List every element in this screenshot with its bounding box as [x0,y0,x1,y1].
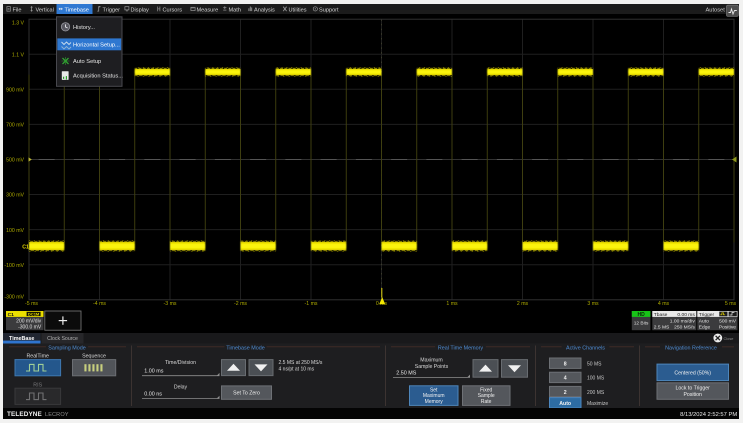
svg-text:700 mV: 700 mV [6,123,24,129]
svg-text:Centered (50%): Centered (50%) [674,370,711,376]
svg-text:Trigger: Trigger [103,7,121,13]
svg-text:DC1M: DC1M [28,312,40,317]
svg-text:TELEDYNE: TELEDYNE [7,411,43,418]
svg-text:Auto: Auto [559,401,571,407]
svg-text:200 MS: 200 MS [587,390,605,396]
svg-text:1.1 V: 1.1 V [12,53,25,59]
svg-text:Measure: Measure [197,7,219,13]
svg-text:4 ms: 4 ms [658,301,670,307]
svg-text:12 Bits: 12 Bits [634,321,649,327]
svg-text:Real Time Memory: Real Time Memory [438,345,484,351]
svg-text:1.00 ms: 1.00 ms [144,369,163,375]
svg-text:1.3 V: 1.3 V [12,21,25,27]
svg-text:Analysis: Analysis [254,7,275,13]
svg-text:Maximize: Maximize [587,401,608,407]
svg-text:4 ns/pt at 10 ms: 4 ns/pt at 10 ms [279,366,315,372]
svg-text:History...: History... [73,25,95,31]
svg-text:RealTime: RealTime [26,354,49,360]
svg-text:Position: Position [683,392,702,398]
svg-text:3 ms: 3 ms [587,301,599,307]
svg-text:File: File [13,7,22,13]
svg-text:0.00 ns: 0.00 ns [144,391,162,397]
svg-text:Display: Display [131,7,150,13]
svg-text:Maximum: Maximum [420,358,442,364]
svg-text:-2 ms: -2 ms [234,301,247,307]
svg-text:900 mV: 900 mV [6,88,24,94]
svg-text:4: 4 [564,376,567,382]
svg-text:2.5 MS at 250 MS/s: 2.5 MS at 250 MS/s [279,360,323,366]
svg-text:1.00 ms/div: 1.00 ms/div [670,319,696,325]
svg-text:Sample Points: Sample Points [415,364,449,370]
svg-text:Navigation Reference: Navigation Reference [665,345,717,351]
svg-text:LECROY: LECROY [45,412,69,418]
svg-text:Support: Support [319,7,339,13]
svg-text:Lock to Trigger: Lock to Trigger [676,386,711,392]
svg-text:Time/Division: Time/Division [165,360,196,366]
svg-text:Sampling Mode: Sampling Mode [48,345,85,351]
svg-text:100 MS: 100 MS [587,376,605,382]
svg-text:-1 ms: -1 ms [305,301,318,307]
svg-text:C1: C1 [22,244,29,250]
svg-text:Timebase Mode: Timebase Mode [226,345,264,351]
svg-text:Active Channels: Active Channels [566,345,605,351]
svg-text:Trigger: Trigger [699,312,715,318]
svg-text:Sequence: Sequence [82,354,106,360]
svg-text:Auto Setup: Auto Setup [73,59,101,65]
svg-text:8/13/2024 2:52:57 PM: 8/13/2024 2:52:57 PM [680,412,737,418]
svg-text:Acquisition Status...: Acquisition Status... [73,74,123,80]
svg-text:Auto: Auto [699,319,709,325]
svg-text:0.00 ms: 0.00 ms [677,312,695,318]
svg-text:Rate: Rate [481,399,492,405]
svg-text:-3 ms: -3 ms [164,301,177,307]
svg-text:-4 ms: -4 ms [93,301,106,307]
svg-text:C1: C1 [8,312,15,318]
svg-text:-300.0 mV: -300.0 mV [18,325,42,331]
svg-text:8: 8 [564,361,567,367]
svg-text:Memory: Memory [425,399,444,405]
svg-text:Vertical: Vertical [36,7,54,13]
svg-text:Close: Close [724,336,734,341]
svg-text:100 mV: 100 mV [6,228,24,234]
svg-text:2.50 MS: 2.50 MS [396,371,416,377]
svg-text:500 mV: 500 mV [6,158,24,164]
svg-text:2.5 MS: 2.5 MS [654,325,670,331]
svg-text:-5 ms: -5 ms [25,301,38,307]
svg-text:Horizontal Setup...: Horizontal Setup... [73,42,120,48]
svg-text:-100 mV: -100 mV [4,263,24,269]
svg-text:50 MS: 50 MS [587,361,602,367]
svg-text:300 mV: 300 mV [6,193,24,199]
svg-text:Timebase: Timebase [65,7,89,13]
svg-text:HD: HD [637,312,645,318]
svg-text:Set To Zero: Set To Zero [233,391,260,397]
svg-text:-300 mV: -300 mV [4,295,24,301]
svg-text:5 ms: 5 ms [725,301,737,307]
svg-text:Clock Source: Clock Source [47,336,78,342]
svg-text:Positive: Positive [719,325,736,331]
svg-text:TimeBase: TimeBase [9,336,34,342]
svg-text:Math: Math [229,7,241,13]
svg-text:RIS: RIS [33,382,42,388]
svg-text:500 mV: 500 mV [719,319,737,325]
svg-text:Delay: Delay [174,385,188,391]
svg-text:250 MS/s: 250 MS/s [674,325,695,331]
svg-text:200 mV/div: 200 mV/div [16,319,42,325]
svg-text:Utilities: Utilities [289,7,307,13]
svg-text:2: 2 [564,390,567,396]
svg-text:Tbase: Tbase [654,312,668,318]
svg-text:Autoset: Autoset [706,7,726,13]
svg-text:1 ms: 1 ms [446,301,458,307]
svg-text:Cursors: Cursors [163,7,183,13]
svg-text:2 ms: 2 ms [517,301,529,307]
svg-text:Edge: Edge [699,325,711,331]
